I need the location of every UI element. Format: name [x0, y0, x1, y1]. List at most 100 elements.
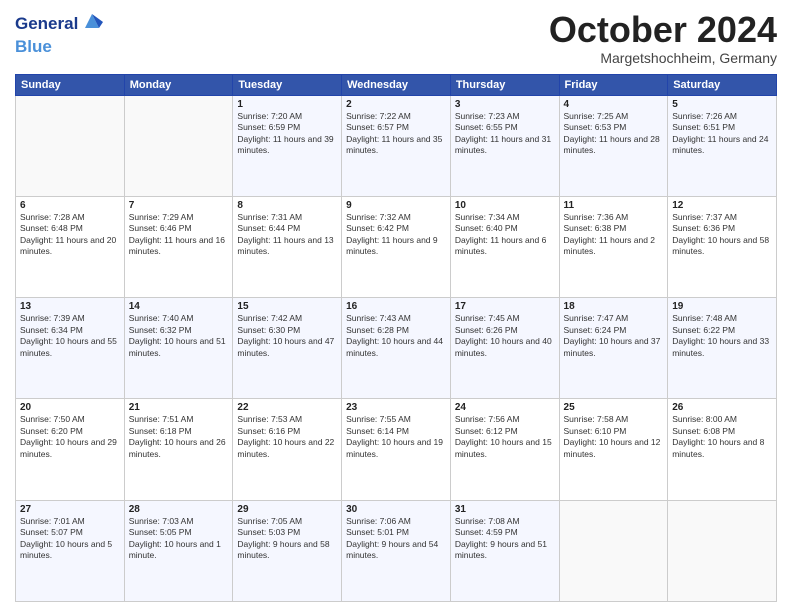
calendar-cell: 12Sunrise: 7:37 AM Sunset: 6:36 PM Dayli… [668, 196, 777, 297]
calendar-cell: 15Sunrise: 7:42 AM Sunset: 6:30 PM Dayli… [233, 298, 342, 399]
day-info: Sunrise: 7:58 AM Sunset: 6:10 PM Dayligh… [564, 414, 664, 460]
calendar-cell: 4Sunrise: 7:25 AM Sunset: 6:53 PM Daylig… [559, 95, 668, 196]
day-info: Sunrise: 7:39 AM Sunset: 6:34 PM Dayligh… [20, 313, 120, 359]
day-info: Sunrise: 7:48 AM Sunset: 6:22 PM Dayligh… [672, 313, 772, 359]
day-info: Sunrise: 7:08 AM Sunset: 4:59 PM Dayligh… [455, 516, 555, 562]
day-info: Sunrise: 7:31 AM Sunset: 6:44 PM Dayligh… [237, 212, 337, 258]
header-thursday: Thursday [450, 74, 559, 95]
calendar-cell: 7Sunrise: 7:29 AM Sunset: 6:46 PM Daylig… [124, 196, 233, 297]
day-number: 30 [346, 504, 446, 515]
week-row-4: 27Sunrise: 7:01 AM Sunset: 5:07 PM Dayli… [16, 500, 777, 601]
day-info: Sunrise: 7:42 AM Sunset: 6:30 PM Dayligh… [237, 313, 337, 359]
day-number: 5 [672, 99, 772, 110]
day-number: 28 [129, 504, 229, 515]
day-info: Sunrise: 7:34 AM Sunset: 6:40 PM Dayligh… [455, 212, 555, 258]
calendar-cell: 28Sunrise: 7:03 AM Sunset: 5:05 PM Dayli… [124, 500, 233, 601]
day-number: 8 [237, 200, 337, 211]
day-info: Sunrise: 7:20 AM Sunset: 6:59 PM Dayligh… [237, 111, 337, 157]
header-friday: Friday [559, 74, 668, 95]
calendar-cell: 31Sunrise: 7:08 AM Sunset: 4:59 PM Dayli… [450, 500, 559, 601]
month-title: October 2024 [549, 10, 777, 50]
calendar-cell: 14Sunrise: 7:40 AM Sunset: 6:32 PM Dayli… [124, 298, 233, 399]
calendar-cell: 13Sunrise: 7:39 AM Sunset: 6:34 PM Dayli… [16, 298, 125, 399]
day-info: Sunrise: 7:56 AM Sunset: 6:12 PM Dayligh… [455, 414, 555, 460]
day-info: Sunrise: 7:29 AM Sunset: 6:46 PM Dayligh… [129, 212, 229, 258]
day-info: Sunrise: 7:55 AM Sunset: 6:14 PM Dayligh… [346, 414, 446, 460]
calendar-cell: 1Sunrise: 7:20 AM Sunset: 6:59 PM Daylig… [233, 95, 342, 196]
day-info: Sunrise: 7:28 AM Sunset: 6:48 PM Dayligh… [20, 212, 120, 258]
day-number: 11 [564, 200, 664, 211]
calendar-cell: 29Sunrise: 7:05 AM Sunset: 5:03 PM Dayli… [233, 500, 342, 601]
day-number: 22 [237, 402, 337, 413]
day-number: 16 [346, 301, 446, 312]
day-info: Sunrise: 7:51 AM Sunset: 6:18 PM Dayligh… [129, 414, 229, 460]
day-number: 26 [672, 402, 772, 413]
day-info: Sunrise: 7:45 AM Sunset: 6:26 PM Dayligh… [455, 313, 555, 359]
logo-icon [81, 10, 103, 37]
day-info: Sunrise: 7:26 AM Sunset: 6:51 PM Dayligh… [672, 111, 772, 157]
calendar-cell [559, 500, 668, 601]
calendar-cell: 19Sunrise: 7:48 AM Sunset: 6:22 PM Dayli… [668, 298, 777, 399]
calendar-cell: 30Sunrise: 7:06 AM Sunset: 5:01 PM Dayli… [342, 500, 451, 601]
day-info: Sunrise: 8:00 AM Sunset: 6:08 PM Dayligh… [672, 414, 772, 460]
header: General Blue October 2024 Margetshochhei… [15, 10, 777, 66]
location: Margetshochheim, Germany [549, 50, 777, 66]
logo: General Blue [15, 10, 103, 57]
day-info: Sunrise: 7:36 AM Sunset: 6:38 PM Dayligh… [564, 212, 664, 258]
calendar-cell: 20Sunrise: 7:50 AM Sunset: 6:20 PM Dayli… [16, 399, 125, 500]
calendar-cell: 5Sunrise: 7:26 AM Sunset: 6:51 PM Daylig… [668, 95, 777, 196]
day-info: Sunrise: 7:23 AM Sunset: 6:55 PM Dayligh… [455, 111, 555, 157]
calendar-cell: 3Sunrise: 7:23 AM Sunset: 6:55 PM Daylig… [450, 95, 559, 196]
calendar-cell [16, 95, 125, 196]
title-section: October 2024 Margetshochheim, Germany [549, 10, 777, 66]
day-info: Sunrise: 7:01 AM Sunset: 5:07 PM Dayligh… [20, 516, 120, 562]
header-monday: Monday [124, 74, 233, 95]
calendar-cell [124, 95, 233, 196]
day-info: Sunrise: 7:05 AM Sunset: 5:03 PM Dayligh… [237, 516, 337, 562]
day-number: 21 [129, 402, 229, 413]
header-sunday: Sunday [16, 74, 125, 95]
day-info: Sunrise: 7:22 AM Sunset: 6:57 PM Dayligh… [346, 111, 446, 157]
calendar-cell [668, 500, 777, 601]
week-row-3: 20Sunrise: 7:50 AM Sunset: 6:20 PM Dayli… [16, 399, 777, 500]
week-row-2: 13Sunrise: 7:39 AM Sunset: 6:34 PM Dayli… [16, 298, 777, 399]
day-number: 10 [455, 200, 555, 211]
logo-blue: Blue [15, 37, 103, 57]
day-number: 17 [455, 301, 555, 312]
calendar-header: Sunday Monday Tuesday Wednesday Thursday… [16, 74, 777, 95]
day-number: 15 [237, 301, 337, 312]
calendar-cell: 16Sunrise: 7:43 AM Sunset: 6:28 PM Dayli… [342, 298, 451, 399]
day-number: 31 [455, 504, 555, 515]
calendar-cell: 8Sunrise: 7:31 AM Sunset: 6:44 PM Daylig… [233, 196, 342, 297]
day-headers-row: Sunday Monday Tuesday Wednesday Thursday… [16, 74, 777, 95]
calendar-cell: 22Sunrise: 7:53 AM Sunset: 6:16 PM Dayli… [233, 399, 342, 500]
calendar-cell: 17Sunrise: 7:45 AM Sunset: 6:26 PM Dayli… [450, 298, 559, 399]
day-info: Sunrise: 7:53 AM Sunset: 6:16 PM Dayligh… [237, 414, 337, 460]
day-number: 9 [346, 200, 446, 211]
day-info: Sunrise: 7:03 AM Sunset: 5:05 PM Dayligh… [129, 516, 229, 562]
logo-general: General [15, 14, 78, 34]
calendar-cell: 23Sunrise: 7:55 AM Sunset: 6:14 PM Dayli… [342, 399, 451, 500]
calendar-cell: 11Sunrise: 7:36 AM Sunset: 6:38 PM Dayli… [559, 196, 668, 297]
day-info: Sunrise: 7:43 AM Sunset: 6:28 PM Dayligh… [346, 313, 446, 359]
calendar-body: 1Sunrise: 7:20 AM Sunset: 6:59 PM Daylig… [16, 95, 777, 601]
header-saturday: Saturday [668, 74, 777, 95]
day-number: 7 [129, 200, 229, 211]
day-number: 24 [455, 402, 555, 413]
day-number: 12 [672, 200, 772, 211]
day-number: 20 [20, 402, 120, 413]
day-info: Sunrise: 7:25 AM Sunset: 6:53 PM Dayligh… [564, 111, 664, 157]
day-info: Sunrise: 7:32 AM Sunset: 6:42 PM Dayligh… [346, 212, 446, 258]
page: General Blue October 2024 Margetshochhei… [0, 0, 792, 612]
day-info: Sunrise: 7:47 AM Sunset: 6:24 PM Dayligh… [564, 313, 664, 359]
day-number: 3 [455, 99, 555, 110]
calendar-table: Sunday Monday Tuesday Wednesday Thursday… [15, 74, 777, 602]
header-tuesday: Tuesday [233, 74, 342, 95]
day-number: 14 [129, 301, 229, 312]
calendar-cell: 21Sunrise: 7:51 AM Sunset: 6:18 PM Dayli… [124, 399, 233, 500]
calendar-cell: 26Sunrise: 8:00 AM Sunset: 6:08 PM Dayli… [668, 399, 777, 500]
calendar-cell: 25Sunrise: 7:58 AM Sunset: 6:10 PM Dayli… [559, 399, 668, 500]
calendar-cell: 27Sunrise: 7:01 AM Sunset: 5:07 PM Dayli… [16, 500, 125, 601]
day-number: 29 [237, 504, 337, 515]
day-number: 4 [564, 99, 664, 110]
